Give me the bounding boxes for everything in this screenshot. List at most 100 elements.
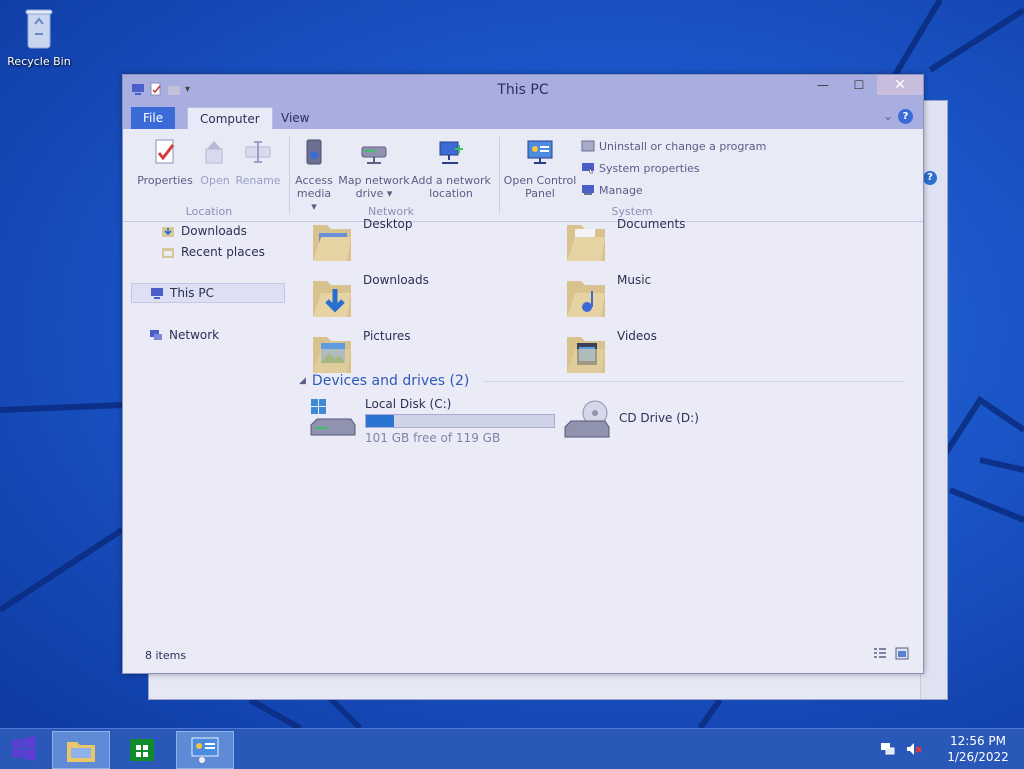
open-button[interactable]: Open xyxy=(197,137,233,187)
folder-videos[interactable]: Videos xyxy=(563,327,657,377)
open-label: Open xyxy=(200,174,230,187)
help-icon[interactable]: ? xyxy=(898,109,913,124)
access-media-icon xyxy=(306,139,322,165)
network-icon xyxy=(150,330,162,340)
window-title: This PC xyxy=(497,82,549,98)
add-network-location-label-1: Add a network xyxy=(411,174,491,187)
background-window-edge xyxy=(920,101,947,699)
access-media-button[interactable]: Access media ▾ xyxy=(293,137,335,213)
pictures-folder-icon xyxy=(313,337,351,373)
devices-header-label: Devices and drives (2) xyxy=(311,373,470,389)
this-pc-window[interactable]: ▾ This PC — ☐ ✕ File Computer View ⌄ ? P… xyxy=(122,74,924,674)
music-folder-icon xyxy=(567,281,605,317)
close-button[interactable]: ✕ xyxy=(877,75,923,95)
tab-file[interactable]: File xyxy=(131,107,176,129)
file-explorer-icon xyxy=(67,742,95,762)
open-control-panel-label-2: Panel xyxy=(525,187,555,200)
local-disk-free-space: 101 GB free of 119 GB xyxy=(365,431,501,445)
folder-documents[interactable]: Documents xyxy=(563,215,685,265)
local-disk-usage-fill xyxy=(366,415,395,427)
local-disk-usage-bar xyxy=(365,414,555,428)
local-disk-label: Local Disk (C:) xyxy=(365,397,452,411)
minimize-button[interactable]: — xyxy=(805,75,841,95)
nav-item-network[interactable]: Network xyxy=(131,325,285,345)
folder-label-music: Music xyxy=(617,273,652,287)
access-media-label-1: Access xyxy=(295,174,333,187)
location-group-label: Location xyxy=(185,205,233,218)
title-bar[interactable]: ▾ This PC — ☐ ✕ xyxy=(123,75,923,105)
ribbon-separator xyxy=(289,137,290,213)
nav-label-downloads: Downloads xyxy=(181,224,247,238)
map-network-drive-icon xyxy=(361,146,387,164)
tab-computer[interactable]: Computer xyxy=(187,107,273,130)
videos-folder-icon xyxy=(567,337,605,373)
manage-button[interactable]: Manage xyxy=(581,183,643,197)
navigation-pane: Downloads Recent places This PC Network xyxy=(131,221,291,621)
recycle-bin-shortcut[interactable]: Recycle Bin xyxy=(4,6,74,68)
nav-item-recent-places[interactable]: Recent places xyxy=(131,242,285,262)
recycle-bin-icon xyxy=(25,9,53,49)
downloads-icon xyxy=(162,227,174,237)
taskbar-control-panel[interactable] xyxy=(176,731,234,769)
system-properties-button[interactable]: System properties xyxy=(581,161,700,175)
nav-label-this-pc: This PC xyxy=(170,286,214,300)
status-bar-item-count: 8 items xyxy=(145,649,187,662)
store-icon xyxy=(130,739,154,761)
volume-muted-icon[interactable] xyxy=(906,741,922,757)
large-icons-view-icon[interactable] xyxy=(895,647,909,660)
uninstall-program-button[interactable]: Uninstall or change a program xyxy=(581,139,766,153)
recent-places-icon xyxy=(162,248,174,258)
add-network-location-icon xyxy=(439,141,463,164)
folder-music[interactable]: Music xyxy=(563,271,651,321)
start-button[interactable] xyxy=(0,731,48,767)
nav-label-recent-places: Recent places xyxy=(181,245,265,259)
view-switcher xyxy=(873,647,909,660)
details-view-icon[interactable] xyxy=(873,647,887,660)
tab-view[interactable]: View xyxy=(269,107,321,129)
folder-desktop[interactable]: Desktop xyxy=(309,215,413,265)
network-tray-icon[interactable] xyxy=(880,741,896,757)
clock-time: 12:56 PM xyxy=(950,734,1006,748)
rename-button[interactable]: Rename xyxy=(235,137,281,187)
taskbar-store[interactable] xyxy=(114,731,170,767)
devices-section-header[interactable]: ◢ Devices and drives (2) xyxy=(299,373,905,389)
nav-item-downloads[interactable]: Downloads xyxy=(131,221,285,241)
control-panel-icon xyxy=(527,140,553,164)
ribbon: Properties Open Rename Location Access m… xyxy=(123,129,923,222)
folder-label-desktop: Desktop xyxy=(363,217,413,231)
folder-label-downloads: Downloads xyxy=(363,273,429,287)
properties-icon xyxy=(155,139,175,164)
documents-folder-icon xyxy=(567,225,605,261)
system-tray: 12:56 PM 1/26/2022 xyxy=(880,729,1024,769)
this-pc-icon xyxy=(151,288,163,299)
properties-label: Properties xyxy=(137,174,193,187)
drive-cd-d[interactable]: CD Drive (D:) xyxy=(563,397,699,441)
ribbon-collapse-icon[interactable]: ⌄ xyxy=(883,109,893,123)
map-network-drive-button[interactable]: Map network drive ▾ xyxy=(337,137,411,200)
local-disk-icon xyxy=(310,399,356,436)
system-properties-icon xyxy=(582,163,594,174)
add-network-location-button[interactable]: Add a network location xyxy=(411,137,491,200)
open-icon xyxy=(205,141,223,164)
uninstall-label: Uninstall or change a program xyxy=(599,139,767,153)
manage-label: Manage xyxy=(599,183,643,197)
control-panel-taskbar-icon xyxy=(191,737,219,763)
nav-item-this-pc[interactable]: This PC xyxy=(131,283,285,303)
background-help-icon[interactable]: ? xyxy=(923,171,937,185)
clock[interactable]: 12:56 PM 1/26/2022 xyxy=(932,733,1024,765)
window-controls: — ☐ ✕ xyxy=(805,75,923,95)
drive-local-disk-c[interactable]: Local Disk (C:) 101 GB free of 119 GB xyxy=(309,397,555,445)
ribbon-tabs: File Computer View ⌄ ? xyxy=(123,105,923,130)
open-control-panel-button[interactable]: Open Control Panel xyxy=(503,137,577,200)
folder-downloads[interactable]: Downloads xyxy=(309,271,429,321)
folder-pictures[interactable]: Pictures xyxy=(309,327,411,377)
properties-button[interactable]: Properties xyxy=(137,137,193,187)
taskbar-file-explorer[interactable] xyxy=(52,731,110,769)
map-network-drive-label-1: Map network xyxy=(338,174,410,187)
folder-label-documents: Documents xyxy=(617,217,686,231)
uninstall-icon xyxy=(581,140,595,152)
maximize-button[interactable]: ☐ xyxy=(841,75,877,95)
map-network-drive-label-2: drive ▾ xyxy=(355,187,393,200)
collapse-triangle-icon[interactable]: ◢ xyxy=(299,376,306,386)
desktop-folder-icon xyxy=(313,225,351,261)
